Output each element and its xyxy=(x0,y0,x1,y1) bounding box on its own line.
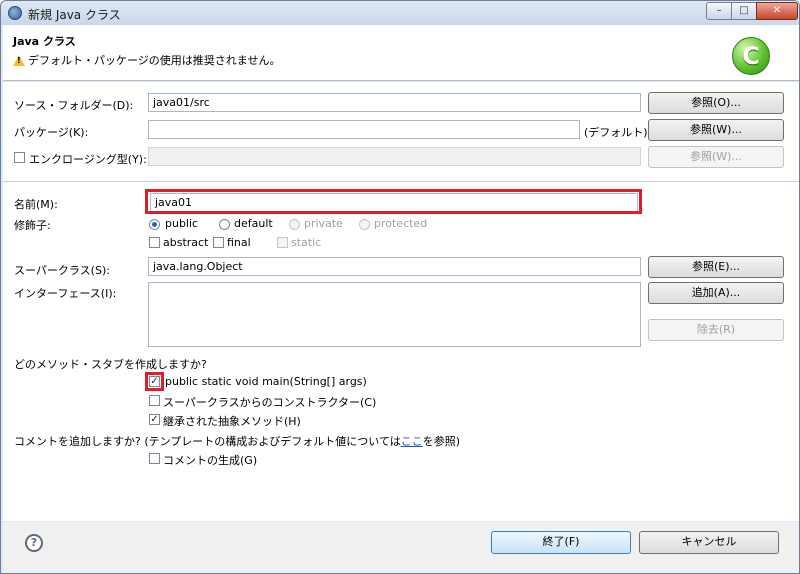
private-radio[interactable] xyxy=(289,219,300,230)
wizard-title: Java クラス xyxy=(13,35,76,48)
close-button[interactable]: ✕ xyxy=(756,2,798,20)
superclass-label: スーパークラス(S): xyxy=(14,264,110,277)
abstract-label: abstract xyxy=(163,236,209,249)
protected-label: protected xyxy=(374,217,428,230)
main-checkbox-highlight-box xyxy=(145,372,164,391)
package-default-note: (デフォルト) xyxy=(584,126,648,139)
remove-interface-button[interactable]: 除去(R) xyxy=(648,319,784,341)
superclass-constructors-checkbox[interactable] xyxy=(149,395,160,406)
help-icon[interactable]: ? xyxy=(25,534,43,552)
minimize-button[interactable]: – xyxy=(706,2,732,20)
package-input[interactable] xyxy=(148,120,580,139)
main-method-label: public static void main(String[] args) xyxy=(165,375,367,388)
title-bar[interactable]: 新規 Java クラス – □ ✕ xyxy=(1,1,799,25)
public-label: public xyxy=(165,217,199,230)
modifiers-label: 修飾子: xyxy=(14,219,51,232)
interfaces-label: インターフェース(I): xyxy=(14,287,117,300)
window-title: 新規 Java クラス xyxy=(28,8,121,22)
static-checkbox[interactable] xyxy=(277,237,288,248)
wizard-header: Java クラス デフォルト・パッケージの使用は推奨されません。 xyxy=(3,25,799,81)
superclass-constructors-label: スーパークラスからのコンストラクター(C) xyxy=(163,396,377,409)
static-label: static xyxy=(291,236,322,249)
maximize-button[interactable]: □ xyxy=(731,2,757,20)
interfaces-list[interactable] xyxy=(148,282,641,347)
superclass-browse-button[interactable]: 参照(E)... xyxy=(648,256,784,278)
warning-message: デフォルト・パッケージの使用は推奨されません。 xyxy=(13,52,280,68)
comments-question: コメントを追加しますか? (テンプレートの構成およびデフォルト値についてはここを… xyxy=(14,433,460,449)
private-label: private xyxy=(304,217,343,230)
cancel-button[interactable]: キャンセル xyxy=(639,531,779,554)
finish-button[interactable]: 終了(F) xyxy=(491,531,631,554)
public-radio[interactable] xyxy=(149,219,160,230)
warning-text: デフォルト・パッケージの使用は推奨されません。 xyxy=(28,54,281,67)
comments-question-text: コメントを追加しますか? (テンプレートの構成およびデフォルト値については xyxy=(14,435,401,448)
final-checkbox[interactable] xyxy=(213,237,224,248)
new-class-logo-icon: C xyxy=(732,37,770,75)
inherited-abstract-methods-label: 継承された抽象メソッド(H) xyxy=(163,415,301,428)
enclosing-type-checkbox[interactable] xyxy=(14,152,25,163)
inherited-abstract-methods-checkbox[interactable]: ✓ xyxy=(149,414,160,425)
source-folder-label: ソース・フォルダー(D): xyxy=(14,99,134,112)
name-label: 名前(M): xyxy=(14,198,58,211)
generate-comments-checkbox[interactable] xyxy=(149,453,160,464)
source-folder-input[interactable]: java01/src xyxy=(148,93,641,112)
default-radio[interactable] xyxy=(219,219,230,230)
name-highlight-box xyxy=(145,189,642,214)
template-settings-link[interactable]: ここ xyxy=(401,435,423,448)
package-browse-button[interactable]: 参照(W)... xyxy=(648,119,784,141)
comments-question-suffix: を参照) xyxy=(422,435,461,448)
separator xyxy=(3,181,799,182)
enclosing-type-label: エンクロージング型(Y): xyxy=(29,153,147,166)
package-label: パッケージ(K): xyxy=(14,126,89,139)
enclosing-type-input[interactable] xyxy=(148,147,641,166)
eclipse-icon xyxy=(8,6,22,20)
stubs-question: どのメソッド・スタブを作成しますか? xyxy=(14,358,207,371)
add-interface-button[interactable]: 追加(A)... xyxy=(648,282,784,304)
enclosing-type-browse-button[interactable]: 参照(W)... xyxy=(648,146,784,168)
superclass-input[interactable]: java.lang.Object xyxy=(148,257,641,276)
warning-icon xyxy=(13,54,25,66)
final-label: final xyxy=(227,236,251,249)
abstract-checkbox[interactable] xyxy=(149,237,160,248)
default-label: default xyxy=(234,217,273,230)
source-folder-browse-button[interactable]: 参照(O)... xyxy=(648,92,784,114)
generate-comments-label: コメントの生成(G) xyxy=(163,454,258,467)
protected-radio[interactable] xyxy=(359,219,370,230)
new-java-class-dialog: 新規 Java クラス – □ ✕ Java クラス デフォルト・パッケージの使… xyxy=(0,0,800,574)
